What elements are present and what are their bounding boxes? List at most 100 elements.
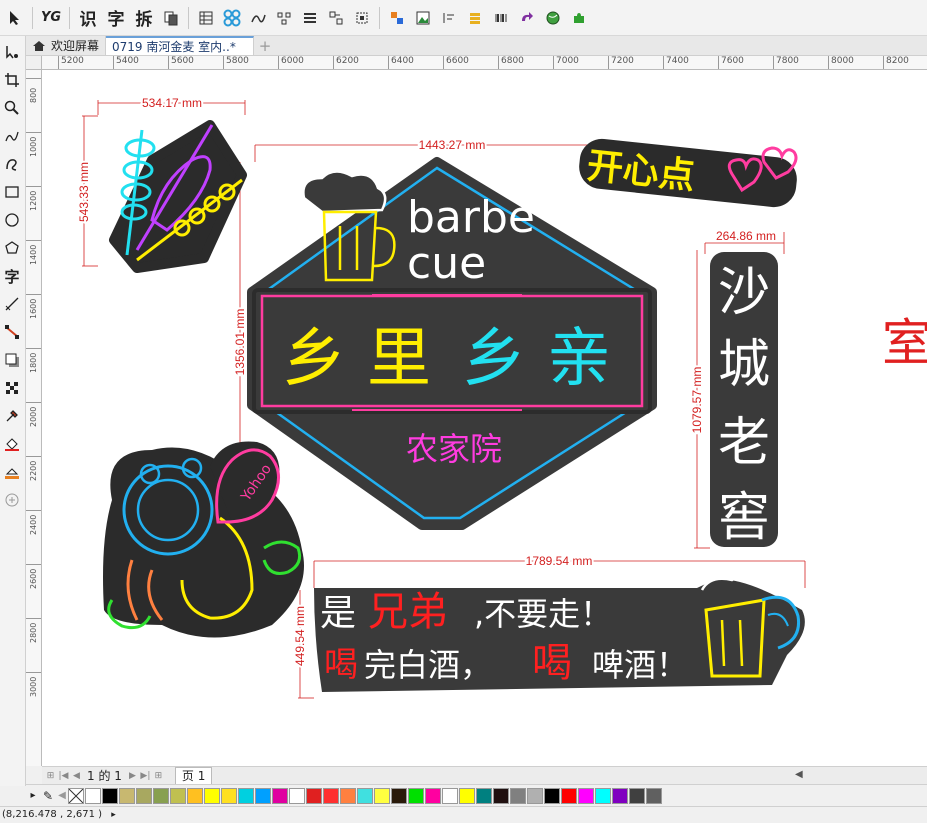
ellipse-tool-icon[interactable] [0,206,24,234]
zoom-tool-icon[interactable] [0,94,24,122]
char-button[interactable]: 字 [104,6,128,30]
color-swatch[interactable] [493,787,509,804]
color-swatch[interactable] [136,787,152,804]
drawing-canvas[interactable]: 534.17 mm 543.33 mm 1443.27 mm 1356.01 m… [42,70,927,766]
color-swatch[interactable] [119,787,135,804]
horizontal-scrollbar[interactable]: ◀ [795,766,927,784]
shadow-tool-icon[interactable] [0,346,24,374]
eyedropper-tool-icon[interactable] [0,402,24,430]
split-button[interactable]: 拆 [132,6,156,30]
color-swatch[interactable] [442,787,458,804]
align-icon[interactable] [273,6,295,30]
color-swatch[interactable] [646,787,662,804]
color-swatch[interactable] [357,787,373,804]
yg-plugin-button[interactable]: YG [39,6,63,30]
color-swatch[interactable] [408,787,424,804]
color-swatch[interactable] [306,787,322,804]
curve-tool-icon[interactable] [247,6,269,30]
last-page-icon[interactable]: ▶| [139,769,152,783]
color-swatch[interactable] [153,787,169,804]
color-swatch[interactable] [221,787,237,804]
happy-sticker[interactable]: 开心点 [577,137,799,210]
ruler-tick-h: 6600 [443,56,469,69]
distribute-icon[interactable] [299,6,321,30]
text-align-icon[interactable] [438,6,460,30]
status-arrow-icon[interactable]: ▸ [111,810,116,820]
pick-tool-icon[interactable] [4,6,26,30]
dimension-tool-icon[interactable] [0,290,24,318]
color-swatch[interactable] [340,787,356,804]
color-swatch[interactable] [102,787,118,804]
polygon-tool-icon[interactable] [0,234,24,262]
globe-icon[interactable] [542,6,564,30]
next-page-icon[interactable]: ▶ [126,769,139,783]
astronaut-bear-artwork[interactable]: Yohoo [103,441,304,638]
arrange-icon[interactable] [386,6,408,30]
layers-icon[interactable] [464,6,486,30]
plugin-puzzle-icon[interactable] [568,6,590,30]
add-tab-button[interactable]: + [254,36,276,55]
redo-icon[interactable] [516,6,538,30]
add-page-after-icon[interactable]: ⊞ [152,769,165,783]
color-swatch[interactable] [459,787,475,804]
node-select-icon[interactable] [351,6,373,30]
tab-document[interactable]: 0719 南河金麦 室内..* [106,36,255,55]
color-swatch[interactable] [289,787,305,804]
bottom-banner[interactable]: 是 兄弟 ,不要走！ 喝 完白酒， 喝 啤酒！ [314,574,805,692]
freehand-tool-icon[interactable] [0,122,24,150]
no-color-swatch[interactable] [68,787,84,804]
add-tool-icon[interactable] [0,486,24,514]
page-tab-1[interactable]: 页 1 [174,767,213,784]
ruler-origin[interactable] [26,56,42,70]
rectangle-tool-icon[interactable] [0,178,24,206]
connector-tool-icon[interactable] [0,318,24,346]
color-swatch[interactable] [170,787,186,804]
smart-fill-icon[interactable] [0,458,24,486]
horizontal-ruler[interactable]: 5200 5400 5600 5800 6000 6200 6400 6600 6800 7000… [26,56,927,70]
color-swatch[interactable] [527,787,543,804]
image-frame-icon[interactable] [412,6,434,30]
color-swatch[interactable] [561,787,577,804]
color-swatch[interactable] [425,787,441,804]
transparency-tool-icon[interactable] [0,374,24,402]
color-swatch[interactable] [476,787,492,804]
scroll-left-icon[interactable]: ◀ [795,769,803,780]
color-swatch[interactable] [85,787,101,804]
color-swatch[interactable] [187,787,203,804]
pattern-icon[interactable] [221,6,243,30]
vertical-sign[interactable]: 沙 城 老 窖 [710,252,778,548]
artistic-media-icon[interactable] [0,150,24,178]
main-sign-artwork[interactable]: barbe cue 乡 里 乡 亲 农家院 [247,157,657,530]
vertical-ruler[interactable]: 800 1000 1200 1400 1600 1800 2000 2200 2400 2600 2… [26,70,42,766]
color-swatch[interactable] [238,787,254,804]
group-icon[interactable] [325,6,347,30]
recognize-text-button[interactable]: 识 [76,6,100,30]
skewer-artwork[interactable] [109,120,247,273]
color-swatch[interactable] [510,787,526,804]
color-swatch[interactable] [629,787,645,804]
color-swatch[interactable] [204,787,220,804]
color-swatch[interactable] [272,787,288,804]
color-swatch[interactable] [391,787,407,804]
fill-tool-icon[interactable] [0,430,24,458]
tab-welcome[interactable]: 欢迎屏幕 [26,36,107,55]
color-swatch[interactable] [323,787,339,804]
first-page-icon[interactable]: |◀ [57,769,70,783]
color-swatch[interactable] [612,787,628,804]
text-tool-icon[interactable]: 字 [0,262,24,290]
color-swatch[interactable] [544,787,560,804]
color-swatch[interactable] [578,787,594,804]
color-swatch[interactable] [255,787,271,804]
barcode-icon[interactable] [490,6,512,30]
shape-tool-icon[interactable] [0,38,24,66]
color-swatch[interactable] [595,787,611,804]
palette-menu-icon[interactable]: ▸ [26,790,40,801]
eyedropper-icon[interactable]: ✎ [40,789,56,803]
prev-page-icon[interactable]: ◀ [70,769,83,783]
add-page-before-icon[interactable]: ⊞ [44,769,57,783]
table-icon[interactable] [195,6,217,30]
crop-tool-icon[interactable] [0,66,24,94]
copy-doc-icon[interactable] [160,6,182,30]
color-swatch[interactable] [374,787,390,804]
palette-scroll-icon[interactable]: ◀ [56,790,68,801]
